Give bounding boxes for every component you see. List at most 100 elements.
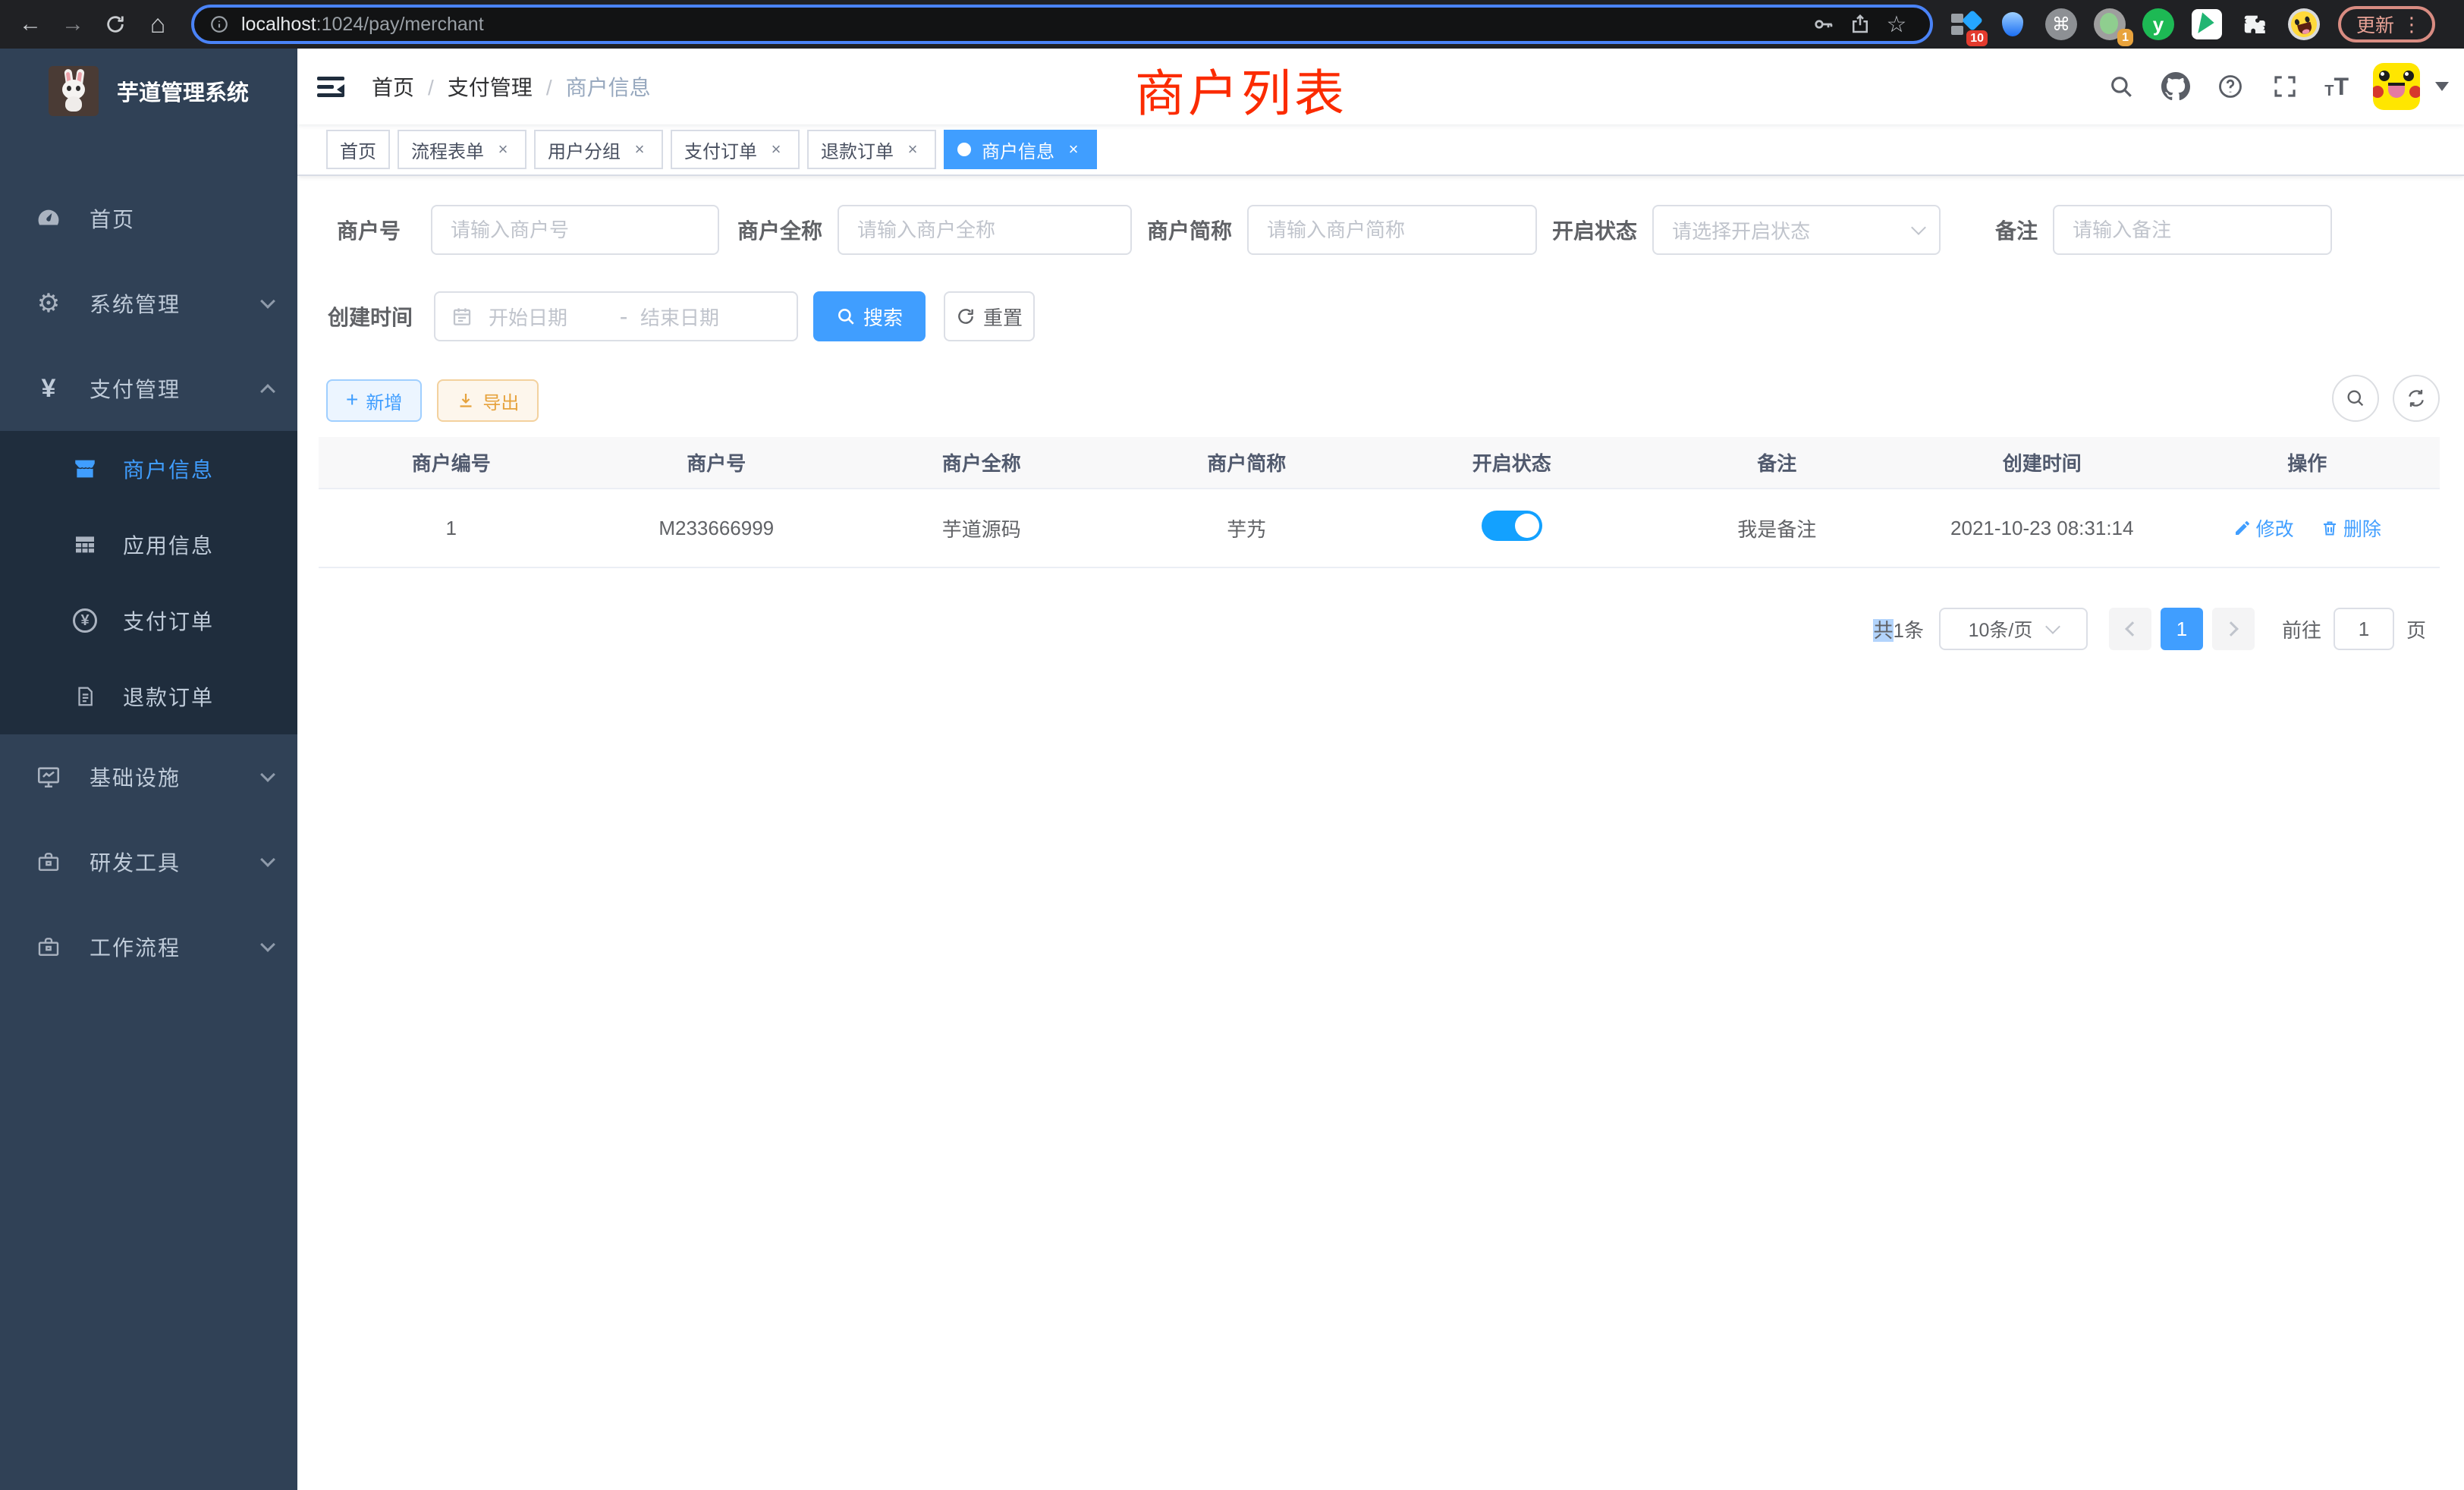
tab-pay-order[interactable]: 支付订单 × bbox=[671, 130, 800, 169]
prev-page-button[interactable] bbox=[2109, 608, 2151, 650]
address-bar[interactable]: localhost:1024/pay/merchant ☆ bbox=[191, 5, 1933, 44]
sidebar-item-system[interactable]: ⚙ 系统管理 bbox=[0, 261, 297, 346]
end-date-input[interactable]: 结束日期 bbox=[640, 303, 759, 331]
password-key-button[interactable] bbox=[1806, 6, 1842, 42]
logo-rabbit-icon bbox=[49, 66, 99, 116]
browser-menu-icon[interactable]: ⋮ bbox=[2402, 13, 2422, 36]
tab-process-form[interactable]: 流程表单 × bbox=[398, 130, 526, 169]
status-toggle[interactable] bbox=[1482, 511, 1542, 541]
chevron-up-icon bbox=[260, 384, 275, 399]
breadcrumb-payment[interactable]: 支付管理 bbox=[414, 71, 533, 102]
sidebar-item-infra[interactable]: 基础设施 bbox=[0, 734, 297, 819]
fullscreen-button[interactable] bbox=[2270, 71, 2300, 102]
sidebar-collapse-button[interactable] bbox=[317, 71, 350, 102]
monitor-chart-icon bbox=[35, 763, 62, 791]
sidebar-item-app-info[interactable]: 应用信息 bbox=[0, 507, 297, 583]
col-actions: 操作 bbox=[2175, 437, 2440, 489]
github-icon bbox=[2161, 72, 2190, 101]
app-logo[interactable]: 芋道管理系统 bbox=[0, 49, 297, 134]
extension-tabs-button[interactable]: 10 bbox=[1948, 8, 1980, 40]
extensions-menu-button[interactable] bbox=[2239, 8, 2271, 40]
col-create-time: 创建时间 bbox=[1909, 437, 2175, 489]
bookmark-button[interactable]: ☆ bbox=[1878, 6, 1915, 42]
sidebar-item-devtools[interactable]: 研发工具 bbox=[0, 819, 297, 904]
shop-icon bbox=[71, 455, 99, 483]
sidebar-item-payment[interactable]: ¥ 支付管理 bbox=[0, 346, 297, 431]
table-tools bbox=[2332, 375, 2440, 422]
remark-input[interactable] bbox=[2053, 205, 2332, 255]
user-avatar[interactable] bbox=[2373, 63, 2420, 110]
merchant-no-label: 商户号 bbox=[337, 215, 401, 245]
url-text[interactable]: localhost:1024/pay/merchant bbox=[241, 14, 1806, 36]
reset-button[interactable]: 重置 bbox=[944, 291, 1035, 341]
reload-icon bbox=[105, 14, 126, 35]
status-select[interactable]: 请选择开启状态 bbox=[1652, 205, 1941, 255]
plus-icon: + bbox=[346, 389, 358, 410]
star-icon: ☆ bbox=[1887, 11, 1907, 38]
refresh-table-button[interactable] bbox=[2393, 375, 2440, 422]
browser-home-button[interactable]: ⌂ bbox=[137, 5, 179, 44]
close-icon[interactable]: × bbox=[1064, 140, 1083, 159]
share-button[interactable] bbox=[1842, 6, 1878, 42]
font-size-button[interactable]: TT bbox=[2324, 74, 2349, 99]
main-area: 首页 支付管理 商户信息 商户列表 bbox=[297, 49, 2464, 1490]
header-search-button[interactable] bbox=[2106, 71, 2136, 102]
close-icon[interactable]: × bbox=[630, 140, 649, 159]
col-full-name: 商户全称 bbox=[849, 437, 1114, 489]
delete-button[interactable]: 删除 bbox=[2321, 514, 2381, 542]
avatar-dropdown-caret[interactable] bbox=[2435, 82, 2449, 91]
merchant-no-input[interactable] bbox=[431, 205, 719, 255]
col-remark: 备注 bbox=[1645, 437, 1910, 489]
search-button[interactable]: 搜索 bbox=[813, 291, 926, 341]
close-icon[interactable]: × bbox=[493, 140, 513, 159]
search-icon bbox=[2108, 74, 2134, 99]
next-page-button[interactable] bbox=[2212, 608, 2255, 650]
sidebar-item-pay-order[interactable]: ¥ 支付订单 bbox=[0, 583, 297, 659]
sidebar-item-refund-order[interactable]: 退款订单 bbox=[0, 659, 297, 734]
cell-create-time: 2021-10-23 08:31:14 bbox=[1909, 489, 2175, 567]
forward-icon: → bbox=[61, 11, 84, 37]
filter-row-1: 商户号 商户全称 商户简称 开启状态 请选择开启状态 备注 bbox=[319, 205, 2440, 255]
tab-merchant-info[interactable]: 商户信息 × bbox=[944, 130, 1097, 169]
extension-strip: 10 ⌘ 1 y bbox=[1948, 8, 2320, 40]
edit-button[interactable]: 修改 bbox=[2233, 514, 2294, 542]
filter-row-2: 创建时间 开始日期 - 结束日期 搜索 bbox=[319, 291, 2440, 341]
tab-home[interactable]: 首页 bbox=[326, 130, 390, 169]
help-button[interactable] bbox=[2215, 71, 2246, 102]
github-link[interactable] bbox=[2161, 71, 2191, 102]
create-time-label: 创建时间 bbox=[328, 301, 413, 332]
create-time-range-picker[interactable]: 开始日期 - 结束日期 bbox=[434, 291, 798, 341]
breadcrumb-home[interactable]: 首页 bbox=[372, 71, 414, 102]
page-1-button[interactable]: 1 bbox=[2161, 608, 2203, 650]
sidebar-item-home[interactable]: 首页 bbox=[0, 176, 297, 261]
page-size-select[interactable]: 10条/页 bbox=[1939, 608, 2088, 650]
goto-page-input[interactable] bbox=[2334, 608, 2394, 650]
browser-reload-button[interactable] bbox=[94, 5, 137, 44]
add-button[interactable]: + 新增 bbox=[326, 379, 422, 422]
extension-notify-button[interactable]: 1 bbox=[2094, 8, 2126, 40]
extension-kazam-button[interactable] bbox=[1997, 8, 2029, 40]
sidebar-item-workflow[interactable]: 工作流程 bbox=[0, 904, 297, 989]
close-icon[interactable]: × bbox=[766, 140, 786, 159]
show-search-toggle-button[interactable] bbox=[2332, 375, 2379, 422]
full-name-input[interactable] bbox=[838, 205, 1132, 255]
sidebar-item-merchant-info[interactable]: 商户信息 bbox=[0, 431, 297, 507]
profile-avatar-button[interactable] bbox=[2288, 8, 2320, 40]
tab-user-group[interactable]: 用户分组 × bbox=[534, 130, 663, 169]
tab-refund-order[interactable]: 退款订单 × bbox=[807, 130, 936, 169]
export-button[interactable]: 导出 bbox=[437, 379, 539, 422]
annotation-merchant-list: 商户列表 bbox=[1135, 53, 1347, 126]
browser-update-button[interactable]: 更新 ⋮ bbox=[2338, 6, 2435, 42]
breadcrumb-merchant-info: 商户信息 bbox=[533, 71, 651, 102]
start-date-input[interactable]: 开始日期 bbox=[489, 303, 607, 331]
extension-y-button[interactable]: y bbox=[2142, 8, 2174, 40]
trash-icon bbox=[2321, 519, 2339, 537]
extension-command-button[interactable]: ⌘ bbox=[2045, 8, 2077, 40]
browser-forward-button[interactable]: → bbox=[52, 5, 94, 44]
cell-status bbox=[1379, 489, 1645, 567]
close-icon[interactable]: × bbox=[903, 140, 922, 159]
extension-chat-button[interactable] bbox=[2191, 8, 2223, 40]
browser-back-button[interactable]: ← bbox=[9, 5, 52, 44]
site-info-icon[interactable] bbox=[209, 14, 229, 34]
short-name-input[interactable] bbox=[1247, 205, 1537, 255]
